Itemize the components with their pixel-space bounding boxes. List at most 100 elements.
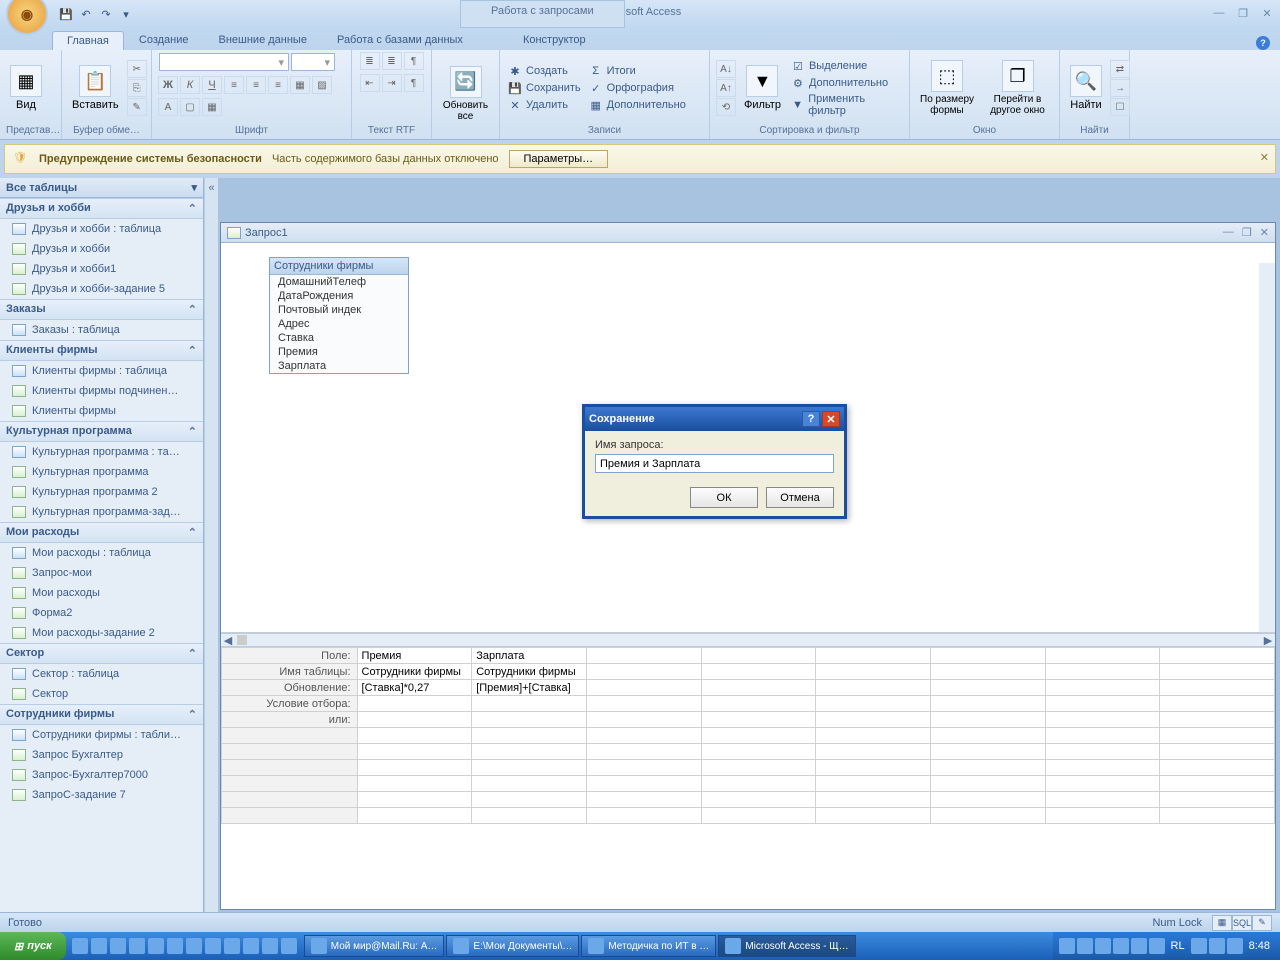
tab-create[interactable]: Создание xyxy=(124,30,204,50)
rtl-icon[interactable]: ¶ xyxy=(404,74,424,92)
view-sql-icon[interactable]: SQL xyxy=(1232,915,1252,931)
nav-item[interactable]: Сотрудники фирмы : табли… xyxy=(0,725,203,745)
grid-cell[interactable] xyxy=(472,792,587,808)
maximize-button[interactable]: ❐ xyxy=(1236,6,1250,20)
qat-more-icon[interactable]: ▾ xyxy=(118,6,134,22)
nav-group-header[interactable]: Друзья и хобби⌃ xyxy=(0,198,203,219)
grid-cell[interactable] xyxy=(816,760,931,776)
view-design-icon[interactable]: ✎ xyxy=(1252,915,1272,931)
selection-button[interactable]: ☑Выделение xyxy=(789,58,903,74)
grid-cell[interactable] xyxy=(1045,760,1160,776)
tab-external[interactable]: Внешние данные xyxy=(204,30,322,50)
ql-icon[interactable] xyxy=(224,938,240,954)
font-name-combo[interactable]: ▾ xyxy=(159,53,289,71)
spelling-button[interactable]: ✓Орфография xyxy=(587,80,688,96)
select-icon[interactable]: ☐ xyxy=(1110,98,1130,116)
gridlines-icon[interactable]: ▦ xyxy=(290,76,310,94)
nav-item[interactable]: ЗапроС-задание 7 xyxy=(0,785,203,805)
nav-item[interactable]: Заказы : таблица xyxy=(0,320,203,340)
taskbar-app-button[interactable]: Методичка по ИТ в … xyxy=(581,935,716,957)
nav-item[interactable]: Культурная программа xyxy=(0,462,203,482)
save-record-button[interactable]: 💾Сохранить xyxy=(506,80,583,96)
nav-item[interactable]: Сектор xyxy=(0,684,203,704)
grid-cell[interactable] xyxy=(701,648,816,664)
grid-cell[interactable] xyxy=(1160,728,1275,744)
grid-cell[interactable] xyxy=(586,728,701,744)
grid-cell[interactable] xyxy=(1160,696,1275,712)
doc-window-titlebar[interactable]: Запрос1 — ❐ ✕ xyxy=(221,223,1275,243)
tray-icon[interactable] xyxy=(1191,938,1207,954)
grid-cell[interactable] xyxy=(586,744,701,760)
ql-icon[interactable] xyxy=(243,938,259,954)
start-button[interactable]: ⊞пуск xyxy=(0,932,66,960)
tray-icon[interactable] xyxy=(1209,938,1225,954)
grid-cell[interactable] xyxy=(1160,648,1275,664)
grid-cell[interactable] xyxy=(701,680,816,696)
cut-icon[interactable]: ✂ xyxy=(127,60,147,78)
grid-cell[interactable]: Сотрудники фирмы xyxy=(472,664,587,680)
grid-cell[interactable] xyxy=(930,808,1045,824)
tray-icon[interactable] xyxy=(1077,938,1093,954)
nav-item[interactable]: Мои расходы xyxy=(0,583,203,603)
grid-cell[interactable] xyxy=(701,712,816,728)
grid-cell[interactable] xyxy=(1160,760,1275,776)
grid-cell[interactable] xyxy=(816,680,931,696)
nav-group-header[interactable]: Сектор⌃ xyxy=(0,643,203,664)
nav-item[interactable]: Друзья и хобби1 xyxy=(0,259,203,279)
grid-cell[interactable] xyxy=(472,808,587,824)
tray-icon[interactable] xyxy=(1227,938,1243,954)
field-item[interactable]: Ставка xyxy=(270,331,408,345)
grid-cell[interactable] xyxy=(816,776,931,792)
nav-item[interactable]: Мои расходы-задание 2 xyxy=(0,623,203,643)
grid-cell[interactable] xyxy=(586,792,701,808)
align-center-icon[interactable]: ≡ xyxy=(246,76,266,94)
grid-cell[interactable] xyxy=(472,744,587,760)
query-name-input[interactable] xyxy=(595,454,834,473)
grid-cell[interactable] xyxy=(930,776,1045,792)
help-icon[interactable]: ? xyxy=(1256,36,1270,50)
copy-icon[interactable]: ⎘ xyxy=(127,79,147,97)
doc-close-icon[interactable]: ✕ xyxy=(1260,226,1269,239)
doc-minimize-icon[interactable]: — xyxy=(1223,226,1234,239)
grid-cell[interactable] xyxy=(1160,792,1275,808)
italic-button[interactable]: К xyxy=(180,76,200,94)
tray-icon[interactable] xyxy=(1095,938,1111,954)
switch-window-button[interactable]: ❐Перейти в другое окно xyxy=(982,58,1053,118)
filter-button[interactable]: ▼Фильтр xyxy=(740,63,785,113)
nav-group-header[interactable]: Заказы⌃ xyxy=(0,299,203,320)
grid-cell[interactable]: Премия xyxy=(357,648,472,664)
ql-icon[interactable] xyxy=(262,938,278,954)
ql-icon[interactable] xyxy=(72,938,88,954)
undo-icon[interactable]: ↶ xyxy=(78,6,94,22)
grid-cell[interactable] xyxy=(701,696,816,712)
grid-cell[interactable] xyxy=(1160,808,1275,824)
paste-button[interactable]: 📋Вставить xyxy=(68,63,123,113)
cancel-button[interactable]: Отмена xyxy=(766,487,834,508)
dialog-titlebar[interactable]: Сохранение ? ✕ xyxy=(585,407,844,431)
field-item[interactable]: Зарплата xyxy=(270,359,408,373)
refresh-button[interactable]: 🔄Обновить все xyxy=(438,64,493,124)
grid-cell[interactable] xyxy=(816,664,931,680)
language-indicator[interactable]: RL xyxy=(1167,940,1189,952)
nav-item[interactable]: Клиенты фирмы подчинен… xyxy=(0,381,203,401)
grid-cell[interactable] xyxy=(586,664,701,680)
bold-button[interactable]: Ж xyxy=(158,76,178,94)
grid-cell[interactable] xyxy=(357,728,472,744)
grid-cell[interactable] xyxy=(1045,680,1160,696)
grid-cell[interactable] xyxy=(586,680,701,696)
view-button[interactable]: ▦Вид xyxy=(6,63,46,113)
grid-cell[interactable] xyxy=(1045,776,1160,792)
grid-cell[interactable] xyxy=(472,696,587,712)
indent-dec-icon[interactable]: ⇤ xyxy=(360,74,380,92)
grid-cell[interactable] xyxy=(701,760,816,776)
grid-cell[interactable] xyxy=(1045,728,1160,744)
grid-cell[interactable] xyxy=(1160,744,1275,760)
indent-inc-icon[interactable]: ⇥ xyxy=(382,74,402,92)
minimize-button[interactable]: — xyxy=(1212,6,1226,20)
goto-icon[interactable]: → xyxy=(1110,79,1130,97)
align-left-icon[interactable]: ≡ xyxy=(224,76,244,94)
delete-record-button[interactable]: ✕Удалить xyxy=(506,97,583,113)
grid-cell[interactable] xyxy=(586,760,701,776)
nav-item[interactable]: Культурная программа : та… xyxy=(0,442,203,462)
grid-cell[interactable] xyxy=(472,728,587,744)
